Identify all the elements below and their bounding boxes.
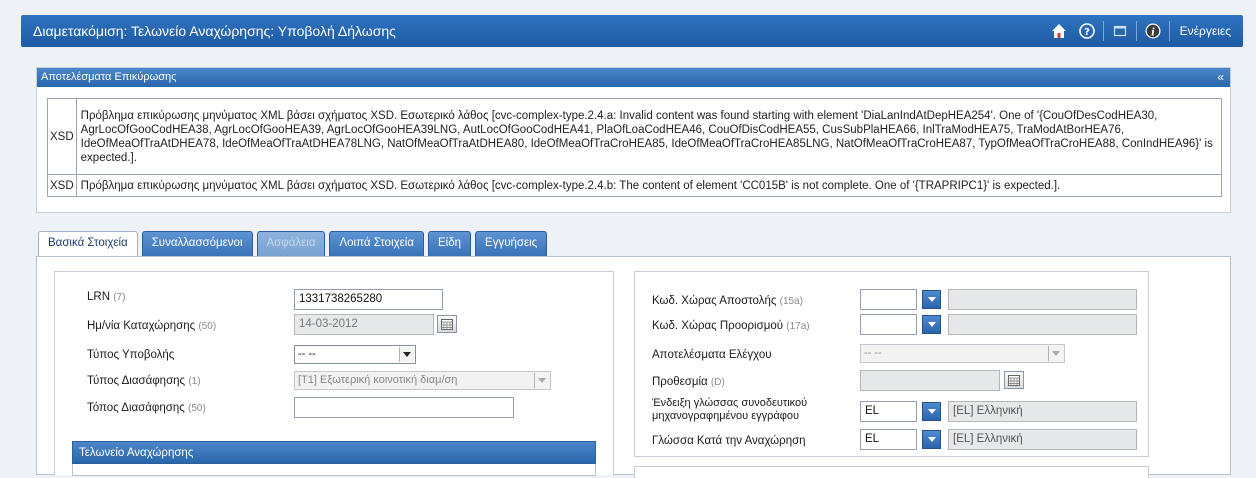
window-titlebar: Διαμετακόμιση: Τελωνείο Αναχώρησης: Υποβ… — [21, 15, 1243, 47]
departure-office-header[interactable]: Τελωνείο Αναχώρησης — [72, 441, 596, 464]
calendar-icon[interactable] — [1004, 371, 1024, 389]
departure-office-panel — [72, 464, 596, 476]
home-icon[interactable] — [1045, 15, 1073, 47]
svg-text:?: ? — [1084, 27, 1090, 38]
toolbar-separator — [1168, 21, 1170, 41]
control-results-select: -- -- — [860, 344, 1065, 363]
document-language-name-field: [EL] Ελληνική — [948, 401, 1137, 422]
dispatch-country-dropdown-button[interactable] — [922, 290, 941, 309]
destination-country-name-field — [948, 314, 1137, 335]
titlebar-tools: ? i Ενέργειες — [1045, 15, 1243, 47]
window-icon[interactable] — [1106, 15, 1134, 47]
validation-results-title: Αποτελέσματα Επικύρωσης — [41, 71, 177, 83]
departure-language-code-field[interactable]: EL — [860, 429, 917, 450]
help-icon[interactable]: ? — [1073, 15, 1101, 47]
message-code: XSD — [47, 174, 77, 197]
submission-type-label: Τύπος Υποβολής — [87, 349, 175, 361]
table-row: XSD Πρόβλημα επικύρωσης μηνύματος XML βά… — [47, 98, 1223, 175]
destination-country-code-field[interactable] — [860, 314, 917, 335]
validation-messages-table: XSD Πρόβλημα επικύρωσης μηνύματος XML βά… — [47, 98, 1223, 197]
lrn-field[interactable]: 1331738265280 — [294, 289, 443, 310]
departure-language-dropdown-button[interactable] — [922, 430, 941, 449]
deadline-label: Προθεσμία (D) — [652, 376, 725, 388]
collapse-icon[interactable]: « — [1217, 70, 1224, 84]
chevron-down-icon — [1048, 346, 1063, 361]
validation-results-panel: Αποτελέσματα Επικύρωσης « XSD Πρόβλημα ε… — [36, 67, 1231, 213]
tab-traders[interactable]: Συναλλασσόμενοι — [141, 231, 253, 256]
declaration-place-label: Τόπος Διασάφησης (50) — [87, 402, 206, 414]
departure-language-name-field: [EL] Ελληνική — [948, 429, 1137, 450]
chevron-down-icon — [399, 347, 414, 362]
destination-country-dropdown-button[interactable] — [922, 315, 941, 334]
submission-type-select[interactable]: -- -- — [294, 345, 416, 364]
document-language-code-field[interactable]: EL — [860, 401, 917, 422]
tab-other-info[interactable]: Λοιπά Στοιχεία — [329, 231, 424, 256]
declaration-type-select: [T1] Εξωτερική κοινοτική διαμ/ση — [294, 371, 551, 390]
control-results-label: Αποτελέσματα Ελέγχου — [652, 349, 772, 361]
dispatch-country-name-field — [948, 289, 1137, 310]
lrn-label: LRN (7) — [87, 291, 126, 303]
registration-date-field: 14-03-2012 — [294, 314, 434, 335]
validation-results-header: Αποτελέσματα Επικύρωσης « — [37, 68, 1230, 87]
actions-menu[interactable]: Ενέργειες — [1172, 24, 1243, 38]
document-language-dropdown-button[interactable] — [922, 402, 941, 421]
tab-basic-info[interactable]: Βασικά Στοιχεία — [38, 231, 138, 257]
info-icon[interactable]: i — [1139, 15, 1167, 47]
destination-country-label: Κωδ. Χώρας Προορισμού (17a) — [652, 320, 810, 332]
document-language-label: Ένδειξη γλώσσας συνοδευτικού μηχανογραφη… — [652, 397, 808, 422]
svg-text:i: i — [1151, 28, 1155, 39]
toolbar-separator — [1135, 21, 1137, 41]
window-title: Διαμετακόμιση: Τελωνείο Αναχώρησης: Υποβ… — [33, 23, 396, 39]
toolbar-separator — [1102, 21, 1104, 41]
tab-security: Ασφάλεια — [256, 231, 326, 256]
declaration-place-field[interactable] — [294, 397, 514, 418]
tab-guarantees[interactable]: Εγγυήσεις — [475, 231, 548, 256]
registration-date-label: Ημ/νία Καταχώρησης (50) — [87, 320, 217, 332]
tab-bar: Βασικά Στοιχεία Συναλλασσόμενοι Ασφάλεια… — [38, 231, 551, 257]
chevron-down-icon — [534, 373, 549, 388]
dispatch-country-label: Κωδ. Χώρας Αποστολής (15a) — [652, 295, 803, 307]
declaration-type-label: Τύπος Διασάφησης (1) — [87, 375, 201, 387]
secondary-group — [634, 466, 1149, 478]
deadline-field — [860, 370, 1000, 391]
message-text: Πρόβλημα επικύρωσης μηνύματος XML βάσει … — [75, 98, 1223, 175]
table-row: XSD Πρόβλημα επικύρωσης μηνύματος XML βά… — [47, 174, 1223, 197]
calendar-icon[interactable] — [437, 315, 457, 333]
message-code: XSD — [47, 98, 77, 175]
message-text: Πρόβλημα επικύρωσης μηνύματος XML βάσει … — [75, 174, 1223, 197]
departure-language-label: Γλώσσα Κατά την Αναχώρηση — [652, 435, 806, 447]
tab-items[interactable]: Είδη — [428, 231, 472, 256]
dispatch-country-code-field[interactable] — [860, 289, 917, 310]
